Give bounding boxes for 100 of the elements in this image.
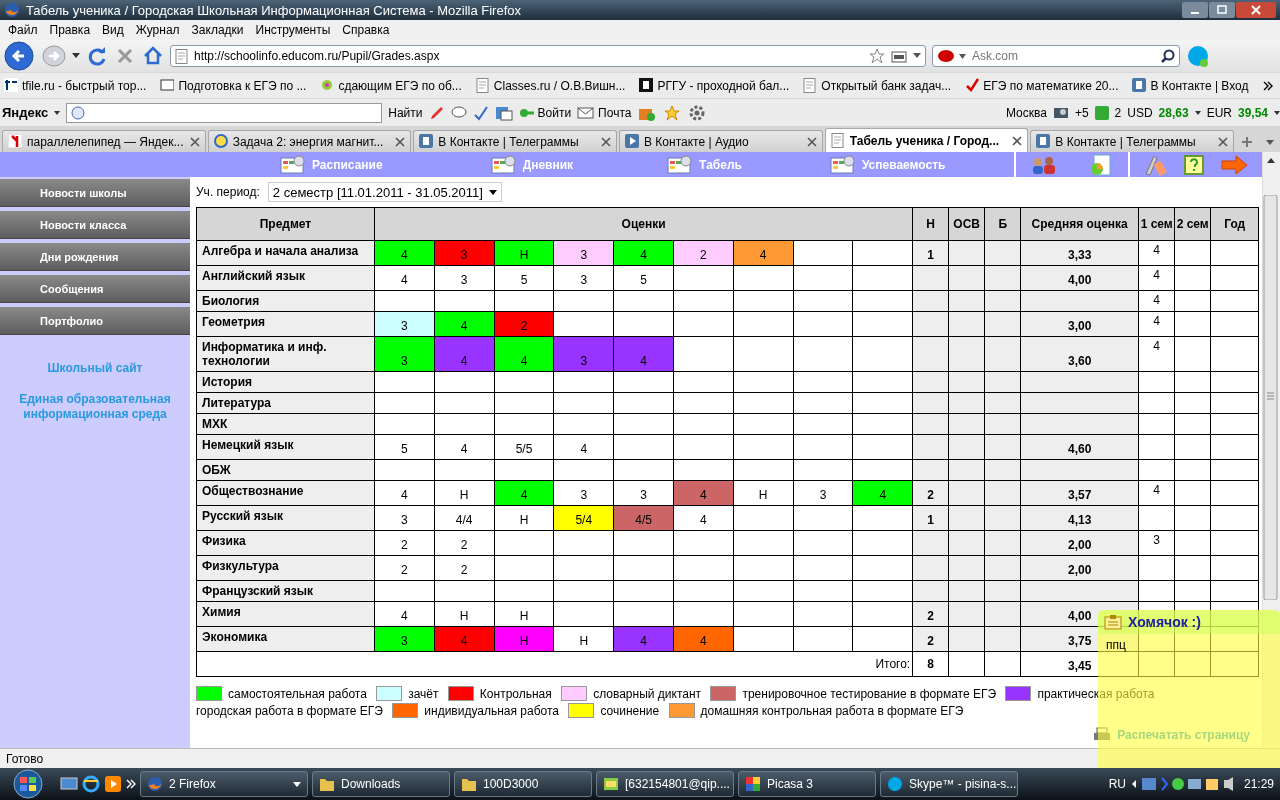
taskbar-button[interactable]: [632154801@qip....	[596, 771, 734, 797]
status-text: Готово	[6, 751, 44, 766]
subject-cell: Французский язык	[196, 580, 375, 602]
home-button[interactable]	[142, 45, 164, 67]
bookmark-item[interactable]: Classes.ru / О.В.Вишн...	[475, 78, 626, 93]
pencil-icon[interactable]	[428, 104, 445, 121]
menu-item[interactable]: Вид	[96, 23, 130, 37]
menu-item[interactable]: Инструменты	[249, 23, 337, 37]
period-dropdown[interactable]: 2 семестр [11.01.2011 - 31.05.2011]	[267, 182, 502, 202]
taskbar-button[interactable]: Picasa 3	[738, 771, 876, 797]
back-button[interactable]	[4, 41, 36, 71]
close-icon[interactable]	[601, 136, 611, 147]
bookmark-item[interactable]: сдающим ЕГЭ по об...	[320, 78, 462, 93]
grade-cell: 4	[494, 336, 554, 372]
sidebar-item[interactable]: Сообщения	[0, 275, 190, 303]
maximize-button[interactable]	[1209, 2, 1235, 18]
grade-cell: Н	[434, 601, 495, 627]
yandex-search-field[interactable]	[66, 102, 383, 123]
browser-tab[interactable]: В Контакте | Телеграммы	[413, 130, 617, 152]
legend-label: зачёт	[408, 686, 439, 701]
dropdown-icon[interactable]	[959, 53, 966, 59]
close-icon[interactable]	[806, 136, 817, 147]
column-header: Оценки	[374, 207, 913, 241]
calendar-icon	[490, 154, 517, 175]
ask-icon[interactable]	[937, 49, 955, 63]
close-icon[interactable]	[395, 136, 406, 147]
browser-tab[interactable]: В Контакте | Телеграммы	[1030, 130, 1235, 152]
taskbar-button[interactable]: 2 Firefox	[140, 771, 308, 797]
menu-item[interactable]: Закладки	[185, 23, 250, 37]
address-field[interactable]: http://schoolinfo.educom.ru/Pupil/Grades.aspx	[170, 45, 926, 67]
close-button[interactable]	[1236, 2, 1276, 18]
scrollbar[interactable]	[1262, 152, 1280, 748]
dropdown-icon[interactable]	[54, 110, 61, 115]
subject-cell: Геометрия	[196, 311, 375, 337]
taskbar-button[interactable]: Downloads	[312, 771, 450, 797]
menu-item[interactable]: Журнал	[129, 23, 186, 37]
dropdown-icon[interactable]	[1274, 110, 1280, 115]
scrollbar-thumb[interactable]	[1263, 195, 1278, 600]
grade-cell: 3	[793, 480, 853, 506]
close-icon[interactable]	[189, 136, 200, 147]
taskbar-button[interactable]: Skype™ - pisina-s...	[880, 771, 1018, 797]
column-header: Предмет	[196, 207, 375, 241]
app-icon	[147, 776, 163, 792]
speech-bubble-icon[interactable]	[450, 104, 467, 121]
language-indicator[interactable]: RU	[1108, 777, 1126, 791]
browser-tab[interactable]: В Контакте | Аудио	[619, 130, 823, 152]
forward-button[interactable]	[42, 45, 66, 67]
bookmark-item[interactable]: РГГУ - проходной бал...	[639, 78, 790, 93]
grade-cell: 4/4	[434, 505, 495, 531]
table-cell: 2,00	[1020, 530, 1139, 556]
printer-icon[interactable]	[1093, 726, 1112, 743]
city-label: Москва	[1005, 105, 1047, 120]
desktop-icon[interactable]	[60, 776, 78, 792]
taskbar-button[interactable]: 100D3000	[454, 771, 592, 797]
search-field[interactable]: Ask.com	[932, 45, 1180, 67]
report-icon[interactable]	[1088, 153, 1114, 176]
spellcheck-icon[interactable]	[472, 104, 489, 121]
settings-icon[interactable]	[689, 104, 706, 121]
total-label: Итого:	[196, 651, 913, 677]
close-icon[interactable]	[1012, 135, 1023, 146]
sidebar-item[interactable]: Новости школы	[0, 179, 190, 207]
browser-tab[interactable]: Табель ученика / Город...	[824, 128, 1029, 152]
sidebar-item[interactable]: Портфолио	[0, 307, 190, 335]
dropdown-icon[interactable]	[72, 53, 80, 59]
reload-button[interactable]	[86, 45, 108, 67]
mail-button[interactable]: Почта	[577, 105, 632, 120]
bookmark-item[interactable]: ЕГЭ по математике 20...	[965, 78, 1119, 93]
column-header: 1 сем	[1138, 207, 1175, 241]
browser-icon[interactable]	[82, 775, 100, 793]
translate-icon[interactable]	[494, 104, 513, 121]
tab-icon	[8, 134, 22, 149]
sidebar-item[interactable]: Дни рождения	[0, 243, 190, 271]
messages-icon[interactable]	[1094, 105, 1109, 120]
bookmark-item[interactable]: Открытый банк задач...	[803, 78, 952, 93]
bookmark-item[interactable]: tfile.ru - быстрый тор...	[4, 78, 147, 93]
minimize-button[interactable]	[1182, 2, 1208, 18]
dropdown-icon[interactable]	[1194, 110, 1201, 115]
sidebar-item[interactable]: Новости класса	[0, 211, 190, 239]
browser-tab[interactable]: Задача 2: энергия магнит...	[207, 130, 412, 152]
bookmark-item[interactable]: Подготовка к ЕГЭ по ...	[160, 78, 307, 93]
pencil-ruler-icon[interactable]	[1144, 153, 1168, 176]
yandex-search-button[interactable]: Найти	[388, 105, 423, 120]
close-icon[interactable]	[1218, 136, 1229, 147]
login-button[interactable]: Войти	[518, 105, 572, 120]
bookmark-icon	[160, 78, 175, 93]
dropdown-icon[interactable]	[913, 53, 921, 59]
star-icon[interactable]	[869, 48, 885, 64]
legend-label: городская работа в формате ЕГЭ	[196, 703, 383, 718]
column-header: 2 сем	[1174, 207, 1211, 241]
browser-tab[interactable]: параллелепипед — Яндек...	[2, 130, 206, 152]
media-player-icon[interactable]	[104, 775, 122, 793]
search-icon[interactable]	[1161, 49, 1175, 63]
help-icon[interactable]	[1184, 154, 1204, 175]
menu-item[interactable]: Файл	[2, 23, 44, 37]
bookmark-item[interactable]: В Контакте | Вход	[1132, 78, 1249, 93]
menu-item[interactable]: Правка	[43, 23, 97, 37]
grade-cell: Н	[434, 480, 495, 506]
chevron-icon[interactable]	[1262, 80, 1273, 91]
menu-item[interactable]: Справка	[336, 23, 396, 37]
calendar-icon	[280, 154, 306, 175]
